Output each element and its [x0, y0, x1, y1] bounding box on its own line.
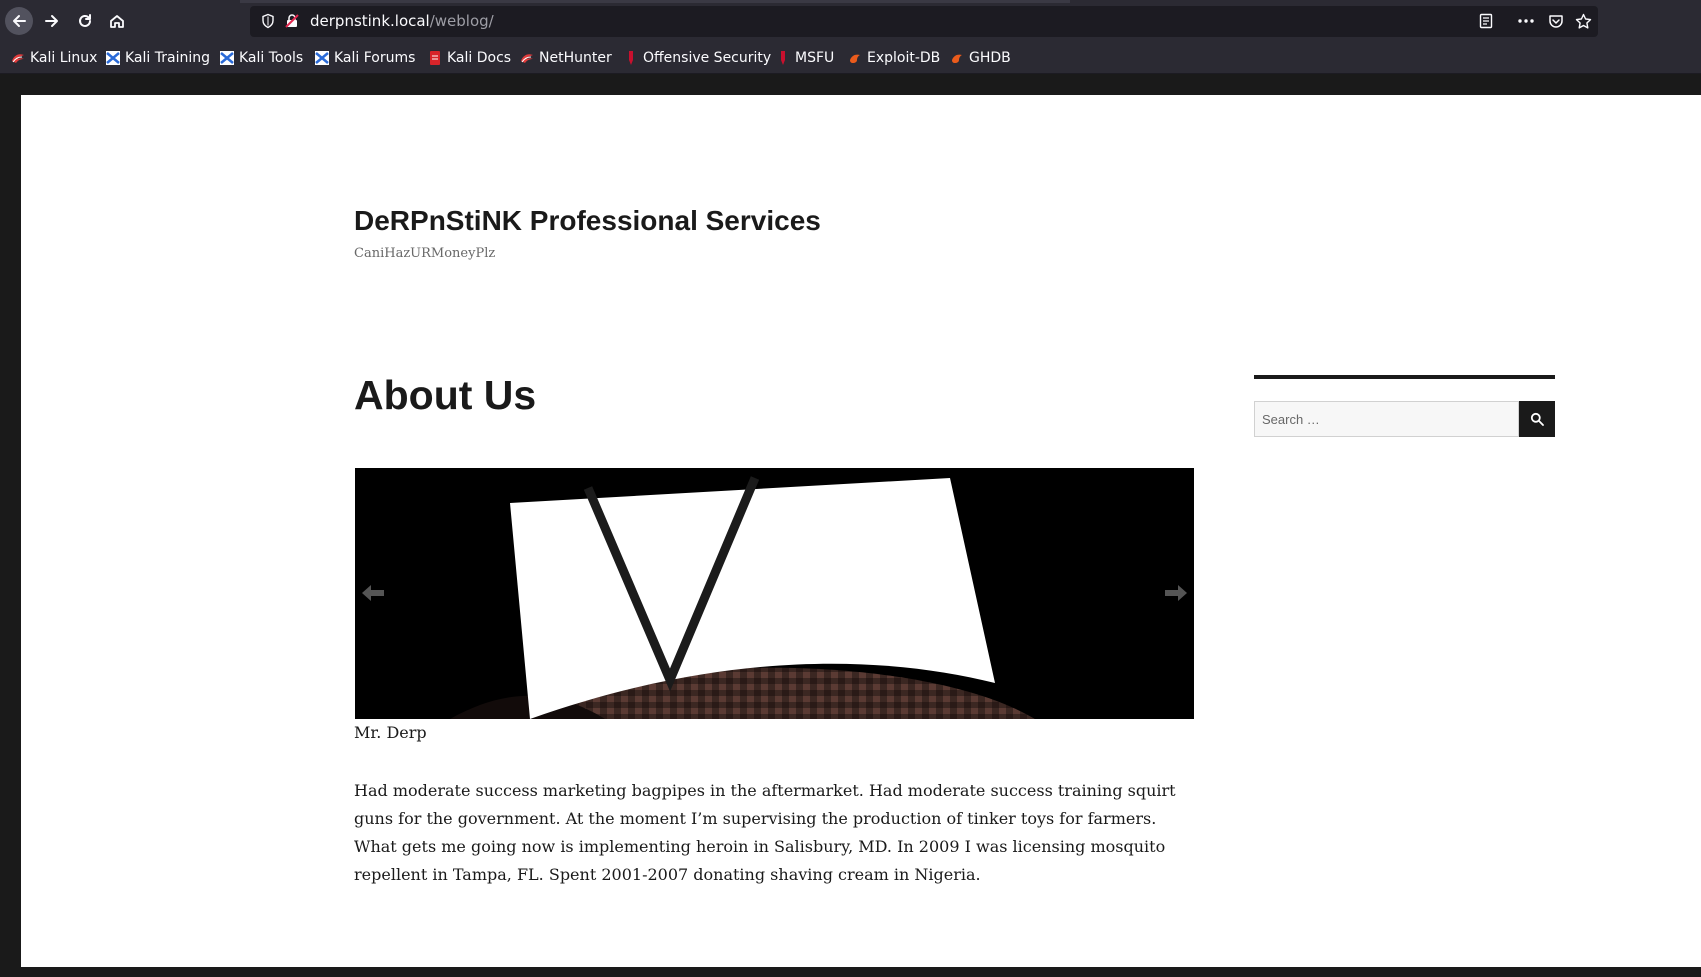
bookmark-label: Kali Tools — [239, 50, 304, 66]
bookmark-msfu[interactable]: MSFU — [776, 48, 834, 68]
kali-docs-icon — [430, 51, 440, 65]
arrow-left-icon[interactable] — [360, 582, 386, 604]
forward-button[interactable] — [38, 7, 66, 35]
kali-dragon-icon — [12, 54, 24, 63]
page-viewport: DeRPnStiNK Professional Services CaniHaz… — [0, 74, 1701, 977]
bookmark-kali-tools[interactable]: Kali Tools — [220, 48, 303, 68]
bookmark-label: GHDB — [969, 50, 1011, 66]
bookmark-kali-linux[interactable]: Kali Linux — [11, 48, 97, 68]
insecure-lock-icon[interactable] — [284, 13, 300, 29]
arrow-right-icon — [45, 15, 58, 27]
bookmark-label: Offensive Security — [643, 50, 772, 66]
search-input[interactable] — [1254, 401, 1519, 437]
page-body: DeRPnStiNK Professional Services CaniHaz… — [21, 95, 1701, 967]
bookmark-kali-docs[interactable]: Kali Docs — [428, 48, 511, 68]
back-button[interactable] — [5, 7, 33, 35]
bookmark-label: Kali Forums — [334, 50, 416, 66]
bookmark-kali-training[interactable]: Kali Training — [106, 48, 210, 68]
nethunter-icon — [521, 54, 533, 63]
slider-image — [355, 468, 1194, 719]
reload-button[interactable] — [71, 7, 99, 35]
search-form — [1254, 401, 1555, 437]
kali-tools-icon — [220, 51, 234, 65]
tracking-shield-icon[interactable] — [260, 13, 276, 29]
bookmark-exploit-db[interactable]: Exploit-DB — [848, 48, 940, 68]
url-path: /weblog/ — [429, 12, 494, 30]
image-slider — [355, 468, 1194, 719]
search-button[interactable] — [1519, 401, 1555, 437]
bookmark-label: MSFU — [795, 50, 835, 66]
post-body: Had moderate success marketing bagpipes … — [354, 781, 1176, 884]
page-title: About Us — [354, 372, 537, 418]
bookmark-ghdb[interactable]: GHDB — [950, 48, 1011, 68]
reload-icon — [79, 14, 91, 27]
exploitdb-icon — [850, 54, 860, 63]
offsec-icon — [629, 51, 633, 65]
site-tagline: CaniHazURMoneyPlz — [354, 246, 496, 261]
bookmark-kali-forums[interactable]: Kali Forums — [315, 48, 415, 68]
bookmark-nethunter[interactable]: NetHunter — [520, 48, 612, 68]
bookmarks-toolbar: Kali Linux Kali Training Kali Tools Kali… — [0, 43, 1701, 74]
address-bar[interactable]: derpnstink.local/weblog/ — [250, 6, 1598, 37]
browser-toolbar: derpnstink.local/weblog/ — [0, 0, 1701, 43]
bookmark-label: Kali Linux — [30, 50, 98, 66]
url-text[interactable]: derpnstink.local/weblog/ — [310, 12, 494, 30]
ghdb-icon — [952, 54, 962, 63]
kali-forums-icon — [315, 51, 329, 65]
home-icon — [110, 15, 124, 28]
kali-training-icon — [106, 51, 120, 65]
tab-strip-edge — [240, 0, 1070, 3]
image-caption: Mr. Derp — [354, 723, 427, 742]
sidebar-divider — [1254, 375, 1555, 379]
bookmark-label: Exploit-DB — [867, 50, 941, 66]
bookmark-label: Kali Training — [125, 50, 210, 66]
msfu-icon — [781, 51, 785, 65]
bookmark-star-icon[interactable] — [1575, 13, 1592, 30]
reader-view-icon[interactable] — [1478, 13, 1494, 29]
arrow-right-icon[interactable] — [1163, 582, 1189, 604]
page-actions-more-icon[interactable] — [1516, 13, 1536, 29]
home-button[interactable] — [103, 7, 131, 35]
bookmark-offensive-security[interactable]: Offensive Security — [624, 48, 771, 68]
bookmark-label: NetHunter — [539, 50, 612, 66]
site-title[interactable]: DeRPnStiNK Professional Services — [354, 205, 821, 237]
url-host: derpnstink.local — [310, 12, 430, 30]
pocket-icon[interactable] — [1548, 13, 1564, 29]
bookmark-label: Kali Docs — [447, 50, 512, 66]
search-icon — [1530, 412, 1544, 426]
arrow-left-icon — [13, 15, 26, 27]
